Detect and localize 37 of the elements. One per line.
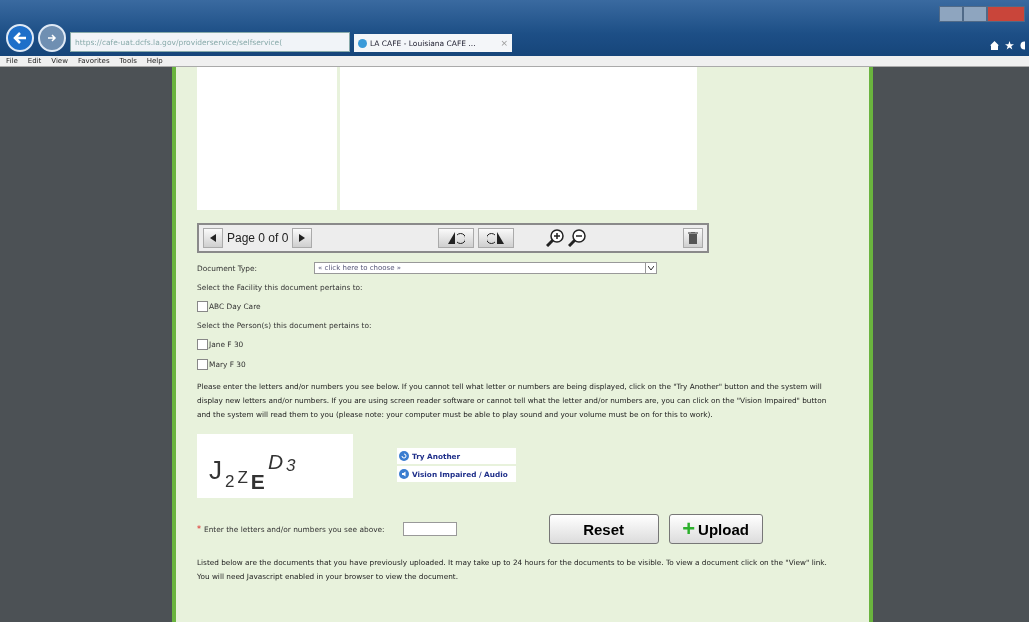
captcha-character: J: [209, 455, 222, 486]
captcha-character: 3: [286, 456, 296, 476]
captcha-input-field[interactable]: [402, 522, 457, 536]
forward-arrow-icon: [47, 33, 57, 43]
captcha-character: E: [250, 470, 265, 494]
upload-button[interactable]: +Upload: [668, 514, 763, 544]
zoom-in-icon[interactable]: [546, 229, 565, 247]
right-triangle-icon: [299, 234, 306, 242]
previous-page-button[interactable]: [203, 228, 223, 248]
rotate-left-button[interactable]: [438, 228, 475, 248]
page-icon: [358, 38, 367, 48]
trash-icon: [688, 232, 698, 244]
captcha-character: D: [267, 450, 284, 474]
home-icon[interactable]: [990, 41, 999, 50]
rotate-right-icon: [487, 232, 506, 244]
star-icon[interactable]: [1005, 41, 1014, 50]
speaker-icon: [399, 469, 409, 479]
delete-button[interactable]: [683, 228, 703, 248]
plus-icon: +: [682, 518, 696, 540]
forward-button[interactable]: [38, 24, 66, 52]
back-button[interactable]: [6, 24, 34, 52]
page-indicator: Page 0 of 0: [227, 231, 289, 245]
reset-button[interactable]: Reset: [548, 514, 659, 544]
captcha-character: 2: [225, 472, 235, 492]
settings-icon[interactable]: [1020, 41, 1025, 50]
next-page-button[interactable]: [292, 228, 313, 248]
back-arrow-icon: [13, 32, 27, 44]
rotate-left-icon: [447, 232, 466, 244]
left-triangle-icon: [210, 234, 216, 242]
zoom-out-icon[interactable]: [568, 229, 587, 247]
captcha-character: Z: [237, 468, 248, 488]
refresh-icon: [399, 451, 409, 461]
checkbox[interactable]: [197, 359, 208, 370]
required-mark: *: [197, 524, 201, 534]
checkbox[interactable]: [197, 301, 208, 312]
rotate-right-button[interactable]: [478, 228, 515, 248]
checkbox[interactable]: [197, 339, 208, 350]
